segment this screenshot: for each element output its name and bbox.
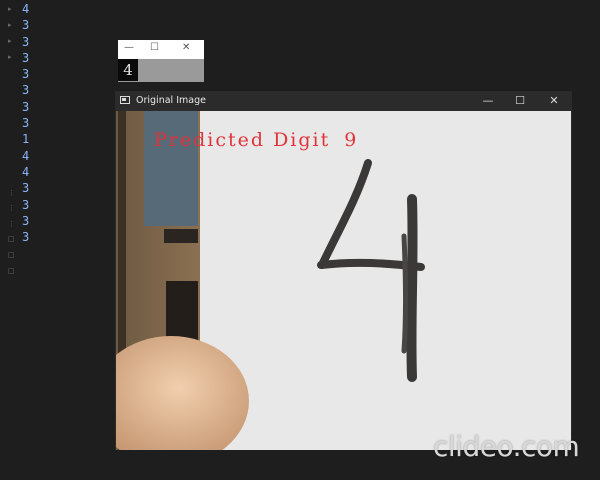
console-line: 1 bbox=[22, 132, 30, 147]
console-line: 3 bbox=[22, 34, 30, 49]
console-line: 3 bbox=[22, 99, 30, 114]
close-button[interactable]: ✕ bbox=[182, 42, 190, 53]
gutter-marker-icon: □ bbox=[8, 251, 15, 259]
window-app-icon bbox=[120, 96, 130, 104]
gutter-marker-icon: ⋮ bbox=[8, 189, 15, 197]
console-line: 3 bbox=[22, 116, 30, 131]
close-button[interactable]: ✕ bbox=[539, 92, 569, 110]
console-line: 3 bbox=[22, 83, 30, 98]
watermark: clideo.com bbox=[433, 430, 580, 463]
console-line: 3 bbox=[22, 213, 30, 228]
gutter-marker-icon: ⋮ bbox=[8, 204, 15, 212]
console-line: 3 bbox=[22, 197, 30, 212]
console-line: 3 bbox=[22, 181, 30, 196]
window-titlebar[interactable]: Original Image — ☐ ✕ bbox=[115, 91, 572, 111]
fold-icon[interactable]: ▸ bbox=[8, 54, 14, 61]
console-line: 4 bbox=[22, 148, 30, 163]
console-line: 4 bbox=[22, 164, 30, 179]
fold-icon[interactable]: ▸ bbox=[8, 38, 14, 45]
paper-sheet bbox=[200, 111, 571, 450]
editor-gutter: ▸ ▸ ▸ ▸ ⋮ ⋮ ⋮ □ □ □ bbox=[0, 0, 18, 480]
console-line: 4 bbox=[22, 2, 30, 16]
console-line: 3 bbox=[22, 18, 30, 33]
thumbnail-window[interactable]: — ☐ ✕ 4 bbox=[118, 40, 204, 82]
gutter-marker-icon: □ bbox=[8, 235, 15, 243]
console-lines: 4 3 3 3 3 3 3 3 1 4 4 3 3 3 3 bbox=[22, 1, 29, 245]
console-line: 3 bbox=[22, 230, 30, 245]
gutter-marker-icon: □ bbox=[8, 267, 15, 275]
minimize-button[interactable]: — bbox=[473, 92, 503, 110]
processed-digit-image: 4 bbox=[118, 59, 138, 81]
console-line: 3 bbox=[22, 67, 30, 82]
prediction-overlay: Predicted Digit 9 bbox=[154, 129, 358, 151]
thumbnail-titlebar[interactable]: — ☐ ✕ bbox=[118, 40, 204, 58]
prediction-value: 9 bbox=[344, 129, 359, 151]
prediction-label: Predicted Digit bbox=[154, 129, 331, 151]
camera-scene bbox=[116, 111, 571, 450]
console-output-panel: ▸ ▸ ▸ ▸ ⋮ ⋮ ⋮ □ □ □ 4 3 3 3 3 3 3 3 1 4 … bbox=[0, 0, 112, 480]
fold-icon[interactable]: ▸ bbox=[8, 22, 14, 29]
console-line: 3 bbox=[22, 50, 30, 65]
original-image-window[interactable]: Original Image — ☐ ✕ Predicted Digit 9 bbox=[115, 91, 572, 450]
window-title: Original Image bbox=[136, 95, 206, 106]
maximize-button[interactable]: ☐ bbox=[150, 42, 159, 53]
fold-icon[interactable]: ▸ bbox=[8, 6, 14, 13]
maximize-button[interactable]: ☐ bbox=[505, 92, 535, 110]
minimize-button[interactable]: — bbox=[124, 42, 134, 53]
gutter-marker-icon: ⋮ bbox=[8, 220, 15, 228]
thumbnail-image: 4 bbox=[118, 59, 204, 82]
camera-frame: Predicted Digit 9 bbox=[116, 111, 571, 450]
